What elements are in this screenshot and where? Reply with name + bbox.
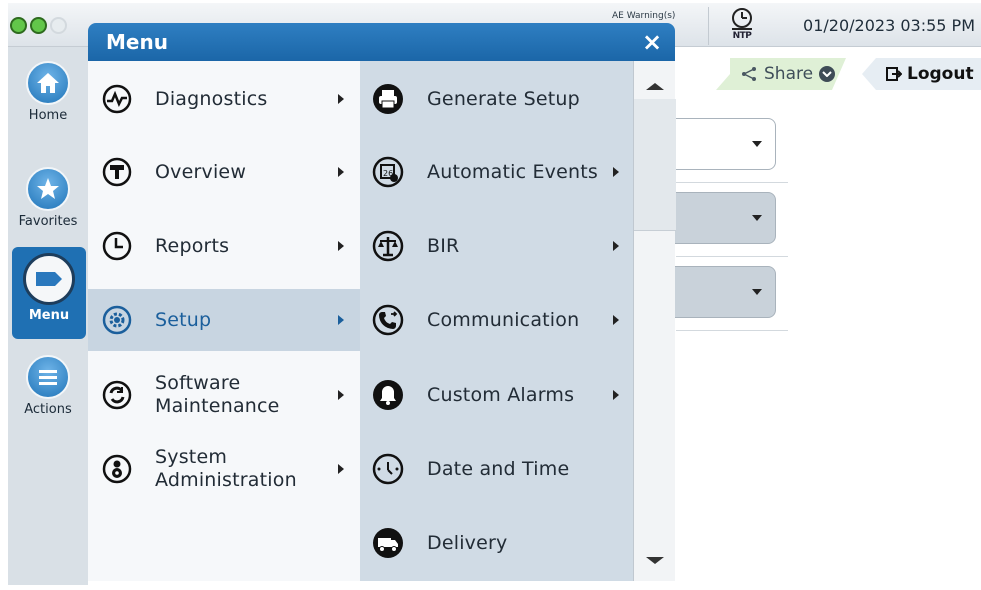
submenu-arrow-icon [338, 241, 344, 251]
list-icon [26, 355, 70, 399]
menu-item-label: Diagnostics [155, 87, 268, 110]
submenu-item-label: Custom Alarms [427, 384, 575, 406]
status-light-green-1 [10, 17, 27, 34]
submenu-item-delivery[interactable]: Delivery [360, 512, 633, 574]
menu-item-label: Reports [155, 234, 230, 257]
divider [708, 7, 709, 45]
sidebar-item-label: Home [28, 108, 68, 123]
truck-icon [373, 528, 403, 558]
logout-button[interactable]: Logout [862, 58, 981, 90]
sidebar-item-label: Actions [24, 402, 72, 417]
scroll-up-icon[interactable] [646, 83, 664, 90]
chevron-down-icon [752, 141, 762, 147]
bell-icon [373, 380, 403, 410]
menu-item-label: Setup [155, 308, 212, 331]
menu-header: Menu × [88, 23, 675, 61]
overview-icon [102, 157, 132, 187]
submenu-arrow-icon [338, 94, 344, 104]
menu-item-label: System Administration [155, 446, 297, 491]
sidebar-item-actions[interactable]: Actions [8, 355, 88, 417]
submenu-arrow-icon [338, 167, 344, 177]
system-administration-icon [102, 454, 132, 484]
phone-icon [372, 304, 404, 336]
logout-icon [886, 67, 902, 81]
menu-scrollbar[interactable] [633, 61, 676, 581]
calendar-icon: 26 [372, 156, 404, 188]
sidebar-item-label: Favorites [18, 214, 78, 229]
status-lights[interactable] [10, 17, 67, 34]
sidebar-item-label: Menu [28, 308, 70, 323]
submenu-arrow-icon [613, 315, 619, 325]
chevron-down-icon [752, 289, 762, 295]
menu-item-overview[interactable]: Overview [88, 141, 360, 203]
submenu-item-communication[interactable]: Communication [360, 289, 633, 351]
menu-item-label: Software Maintenance [155, 372, 280, 417]
submenu-item-label: Delivery [427, 532, 508, 554]
submenu-item-custom-alarms[interactable]: Custom Alarms [360, 364, 633, 426]
divider [676, 256, 788, 257]
chevron-down-icon [752, 215, 762, 221]
menu-item-system-administration[interactable]: System Administration [88, 438, 360, 500]
submenu-item-label: Generate Setup [427, 88, 580, 110]
scroll-down-icon[interactable] [646, 557, 664, 564]
ntp-label: NTP [732, 31, 752, 41]
sidebar-item-home[interactable]: Home [8, 61, 88, 123]
sidebar-item-favorites[interactable]: Favorites [8, 167, 88, 229]
clock-icon [372, 453, 404, 485]
share-label: Share [764, 64, 814, 84]
share-button[interactable]: Share [716, 58, 846, 90]
diagnostics-icon [102, 84, 132, 114]
close-icon[interactable]: × [639, 29, 665, 55]
main-menu-list: Diagnostics Overview Reports Setup Softw… [88, 61, 360, 581]
submenu-item-label: Automatic Events [427, 161, 599, 183]
submenu-item-date-and-time[interactable]: Date and Time [360, 438, 633, 500]
divider [676, 182, 788, 183]
submenu-arrow-icon [613, 390, 619, 400]
submenu-arrow-icon [338, 315, 344, 325]
logout-label: Logout [907, 64, 974, 84]
menu-title: Menu [106, 30, 168, 54]
menu-item-software-maintenance[interactable]: Software Maintenance [88, 364, 360, 426]
submenu-arrow-icon [338, 464, 344, 474]
status-light-off [50, 17, 67, 34]
reports-icon [102, 231, 132, 261]
warning-text[interactable]: AE Warning(s) [612, 11, 675, 21]
datetime-display: 01/20/2023 03:55 PM [803, 16, 975, 35]
submenu-arrow-icon [613, 241, 619, 251]
scales-icon [372, 230, 404, 262]
menu-item-setup[interactable]: Setup [88, 289, 360, 351]
status-light-green-2 [30, 17, 47, 34]
software-maintenance-icon [102, 380, 132, 410]
submenu-arrow-icon [613, 167, 619, 177]
action-toolbar: Share Logout [676, 54, 981, 94]
chevron-down-icon [819, 66, 835, 82]
setup-gear-icon [102, 305, 132, 335]
sidebar: Home Favorites Menu Actions [8, 47, 88, 585]
sidebar-item-menu[interactable]: Menu [12, 247, 86, 339]
submenu-item-bir[interactable]: BIR [360, 215, 633, 277]
submenu-list: Generate Setup 26 Automatic Events BIR C… [360, 61, 633, 581]
submenu-item-label: BIR [427, 235, 460, 257]
scrollbar-thumb[interactable] [634, 99, 676, 231]
printer-icon [373, 84, 403, 114]
ntp-clock-icon[interactable]: NTP [726, 7, 758, 45]
submenu-item-automatic-events[interactable]: 26 Automatic Events [360, 141, 633, 203]
share-icon [740, 66, 758, 82]
submenu-item-generate-setup[interactable]: Generate Setup [360, 68, 633, 130]
divider [676, 330, 788, 331]
submenu-arrow-icon [338, 390, 344, 400]
submenu-item-label: Communication [427, 309, 580, 331]
star-icon [26, 167, 70, 211]
home-icon [26, 61, 70, 105]
menu-item-label: Overview [155, 160, 247, 183]
menu-item-reports[interactable]: Reports [88, 215, 360, 277]
submenu-item-label: Date and Time [427, 458, 570, 480]
menu-item-diagnostics[interactable]: Diagnostics [88, 68, 360, 130]
menu-icon [23, 253, 75, 305]
